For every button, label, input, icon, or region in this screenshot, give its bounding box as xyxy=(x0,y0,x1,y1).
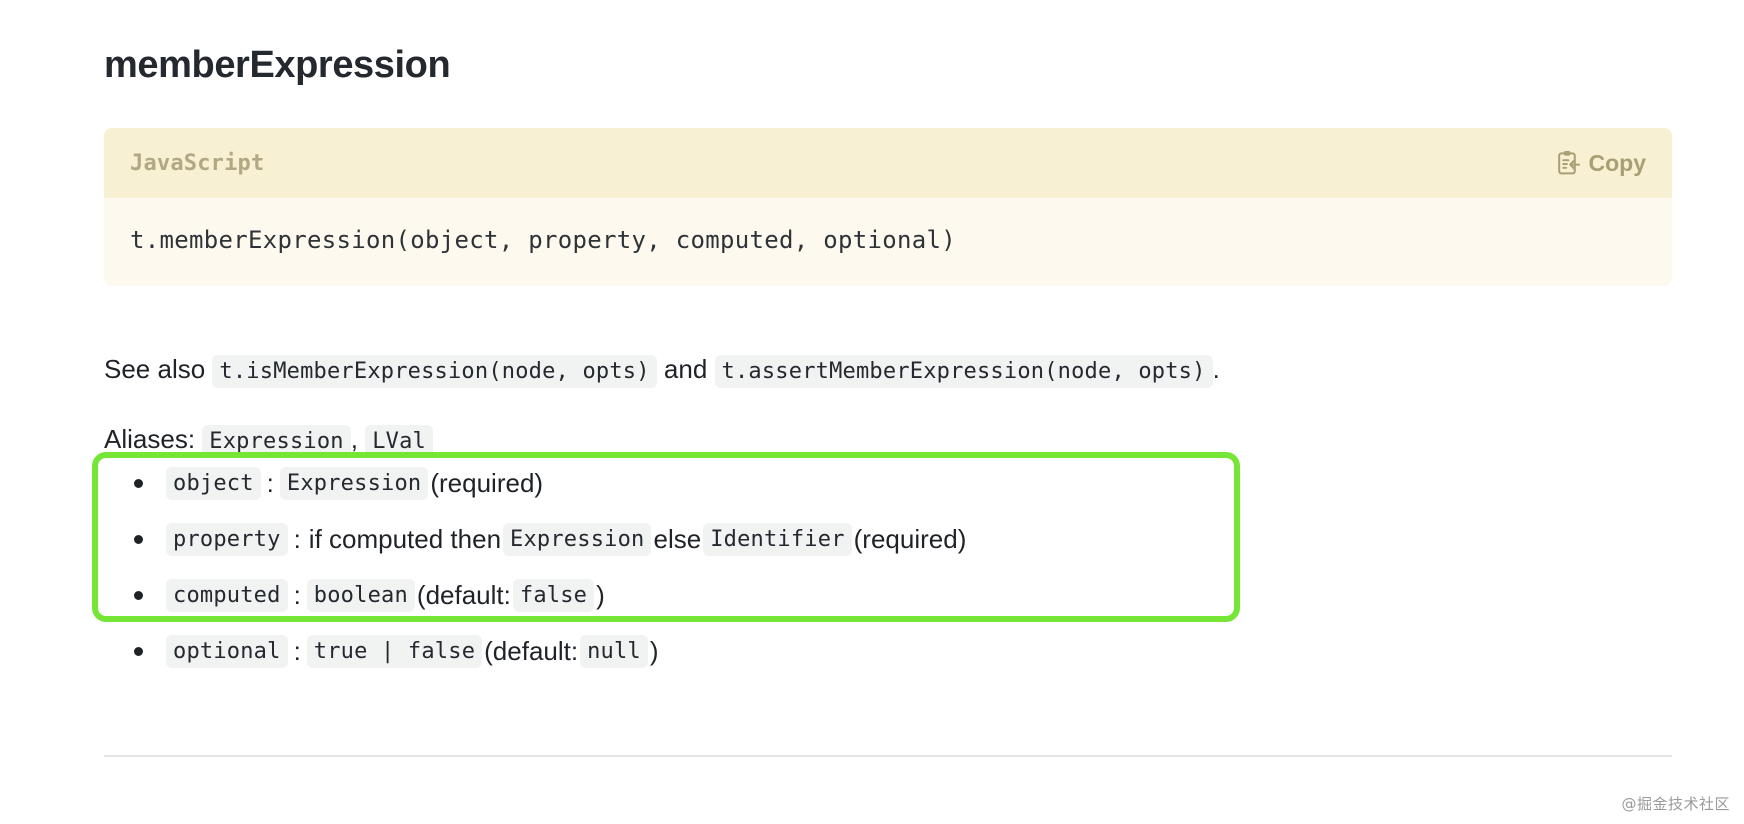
bullet-icon xyxy=(134,647,143,656)
page-title: memberExpression xyxy=(104,44,451,86)
arg-note-property: (required) xyxy=(853,523,967,554)
section-divider xyxy=(104,755,1672,757)
arg-type-optional: true | false xyxy=(306,634,483,668)
list-item-property: property : if computed then Expression e… xyxy=(104,511,1504,567)
bullet-icon xyxy=(134,479,143,488)
arg-colon-optional: : xyxy=(293,635,301,666)
aliases-separator: , xyxy=(350,424,358,454)
arg-condition-prefix-property: if computed then xyxy=(308,523,502,554)
clipboard-copy-icon xyxy=(1556,150,1580,176)
copy-button-label: Copy xyxy=(1588,149,1647,176)
arg-type-computed[interactable]: boolean xyxy=(306,578,415,612)
see-also-suffix: . xyxy=(1212,354,1220,384)
arg-name-object: object xyxy=(166,466,261,500)
list-item-computed: computed : boolean (default: false) xyxy=(104,567,1504,623)
code-language-label: JavaScript xyxy=(130,150,265,176)
arg-note-object: (required) xyxy=(430,467,544,498)
arg-default-suffix-optional: ) xyxy=(649,635,659,666)
arg-default-prefix-optional: (default: xyxy=(484,635,579,666)
arg-name-property: property xyxy=(166,522,288,556)
arguments-list: object : Expression (required) property … xyxy=(104,455,1504,679)
see-also-assert-link[interactable]: t.assertMemberExpression(node, opts) xyxy=(714,355,1213,388)
arg-colon-computed: : xyxy=(293,579,301,610)
alias-expression[interactable]: Expression xyxy=(202,425,351,458)
arg-type-property[interactable]: Expression xyxy=(503,522,652,556)
arg-condition-else-property: else xyxy=(653,523,702,554)
list-item-object: object : Expression (required) xyxy=(104,455,1504,511)
arg-default-suffix-computed: ) xyxy=(596,579,605,610)
arg-type-alt-property[interactable]: Identifier xyxy=(703,522,852,556)
arg-type-object[interactable]: Expression xyxy=(279,466,429,500)
see-also-conjunction: and xyxy=(663,354,708,384)
arg-default-value-optional: null xyxy=(580,634,648,668)
arg-default-prefix-computed: (default: xyxy=(416,579,511,610)
see-also-prefix: See also xyxy=(104,354,206,384)
arg-default-value-computed: false xyxy=(512,578,595,612)
alias-lval[interactable]: LVal xyxy=(365,425,433,458)
watermark: @掘金技术社区 xyxy=(1621,795,1730,813)
code-block: JavaScript Copy t.memberExpression(objec… xyxy=(104,128,1672,287)
aliases-paragraph: Aliases: Expression, LVal xyxy=(104,421,433,459)
code-line: t.memberExpression(object, property, com… xyxy=(130,226,956,254)
arg-colon-object: : xyxy=(266,467,274,498)
code-block-body[interactable]: t.memberExpression(object, property, com… xyxy=(104,198,1672,287)
list-item-optional: optional : true | false (default: null) xyxy=(104,623,1504,679)
aliases-label: Aliases: xyxy=(104,424,196,454)
see-also-is-link[interactable]: t.isMemberExpression(node, opts) xyxy=(212,355,657,388)
documentation-page: memberExpression JavaScript Copy t.membe… xyxy=(0,0,1744,824)
arg-name-computed: computed xyxy=(166,578,288,612)
arg-name-optional: optional xyxy=(166,634,288,668)
bullet-icon xyxy=(134,591,143,600)
bullet-icon xyxy=(134,535,143,544)
arg-colon-property: : xyxy=(293,523,301,554)
copy-button[interactable]: Copy xyxy=(1556,149,1647,177)
code-block-header: JavaScript Copy xyxy=(104,128,1672,198)
see-also-paragraph: See also t.isMemberExpression(node, opts… xyxy=(104,351,1220,389)
